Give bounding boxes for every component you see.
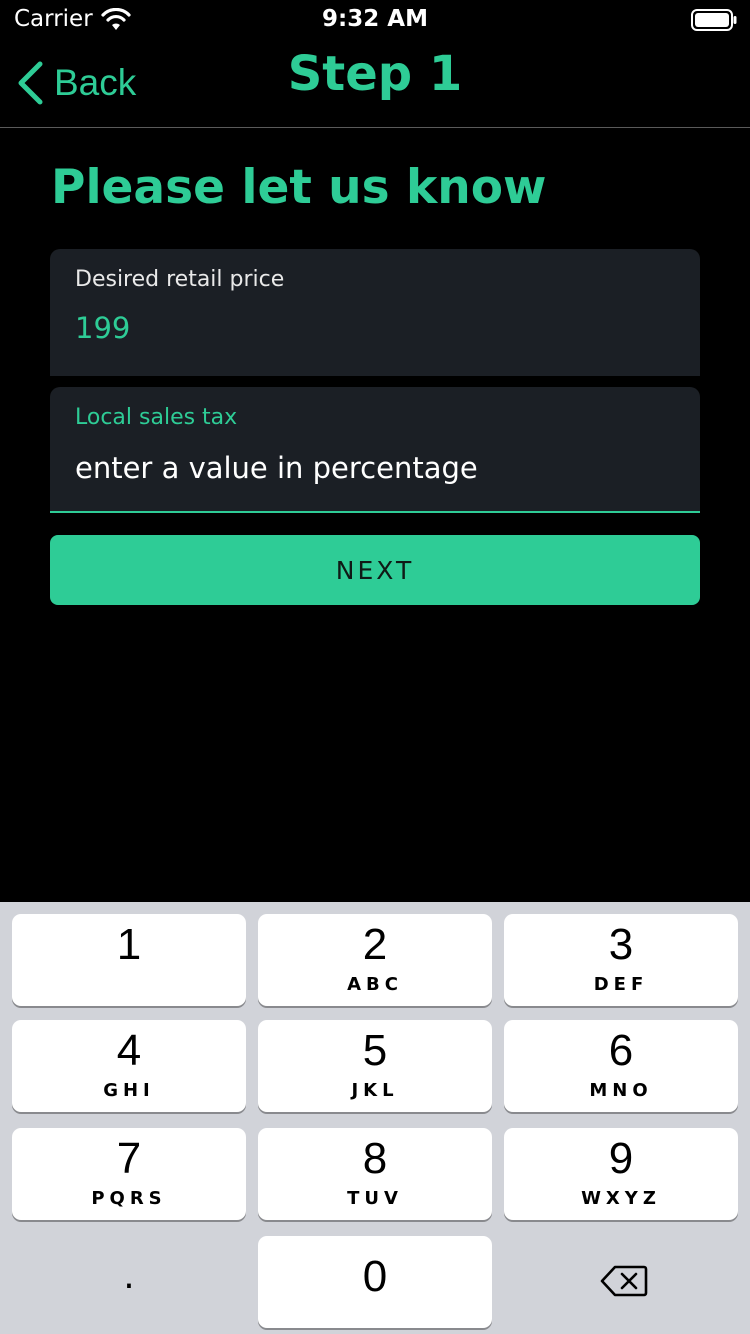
key-letters: TUV: [347, 1188, 403, 1209]
key-digit: 7: [116, 1134, 142, 1183]
numeric-keypad: 1 2 ABC 3 DEF 4 GHI 5 JKL 6 MNO 7 PQRS 8…: [0, 902, 750, 1334]
key-8[interactable]: 8 TUV: [258, 1128, 492, 1220]
key-decimal[interactable]: .: [12, 1236, 246, 1328]
key-2[interactable]: 2 ABC: [258, 914, 492, 1006]
retail-price-label: Desired retail price: [75, 267, 285, 292]
key-9[interactable]: 9 WXYZ: [504, 1128, 738, 1220]
key-letters: ABC: [347, 974, 403, 995]
key-digit: 2: [362, 920, 388, 969]
key-letters: PQRS: [91, 1188, 167, 1209]
key-digit: 8: [362, 1134, 388, 1183]
key-1[interactable]: 1: [12, 914, 246, 1006]
sales-tax-field[interactable]: Local sales tax enter a value in percent…: [50, 387, 700, 513]
key-6[interactable]: 6 MNO: [504, 1020, 738, 1112]
delete-key[interactable]: [504, 1236, 738, 1328]
navigation-bar: Back Step 1: [0, 40, 750, 128]
key-letters: JKL: [351, 1080, 399, 1101]
next-button[interactable]: NEXT: [50, 535, 700, 605]
key-digit: 4: [116, 1026, 142, 1075]
sales-tax-input[interactable]: enter a value in percentage: [75, 451, 478, 485]
status-bar: Carrier 9:32 AM: [0, 0, 750, 40]
key-5[interactable]: 5 JKL: [258, 1020, 492, 1112]
key-letters: MNO: [589, 1080, 653, 1101]
page-title: Step 1: [287, 46, 463, 102]
key-digit: 1: [116, 920, 142, 969]
key-letters: GHI: [103, 1080, 155, 1101]
key-0[interactable]: 0: [258, 1236, 492, 1328]
key-digit: 9: [608, 1134, 634, 1183]
key-digit: 5: [362, 1026, 388, 1075]
key-decimal-label: .: [123, 1256, 135, 1297]
delete-icon: [600, 1265, 648, 1297]
form-heading: Please let us know: [51, 160, 547, 215]
key-4[interactable]: 4 GHI: [12, 1020, 246, 1112]
key-digit: 6: [608, 1026, 634, 1075]
key-letters: DEF: [593, 974, 649, 995]
key-letters: WXYZ: [581, 1188, 661, 1209]
status-time: 9:32 AM: [322, 6, 428, 32]
key-digit: 3: [608, 920, 634, 969]
sales-tax-label: Local sales tax: [75, 405, 238, 430]
key-digit: 0: [362, 1252, 388, 1301]
key-7[interactable]: 7 PQRS: [12, 1128, 246, 1220]
battery-icon: [691, 9, 737, 31]
next-button-label: NEXT: [335, 555, 415, 585]
retail-price-field[interactable]: Desired retail price 199: [50, 249, 700, 376]
key-3[interactable]: 3 DEF: [504, 914, 738, 1006]
retail-price-value[interactable]: 199: [75, 311, 130, 345]
